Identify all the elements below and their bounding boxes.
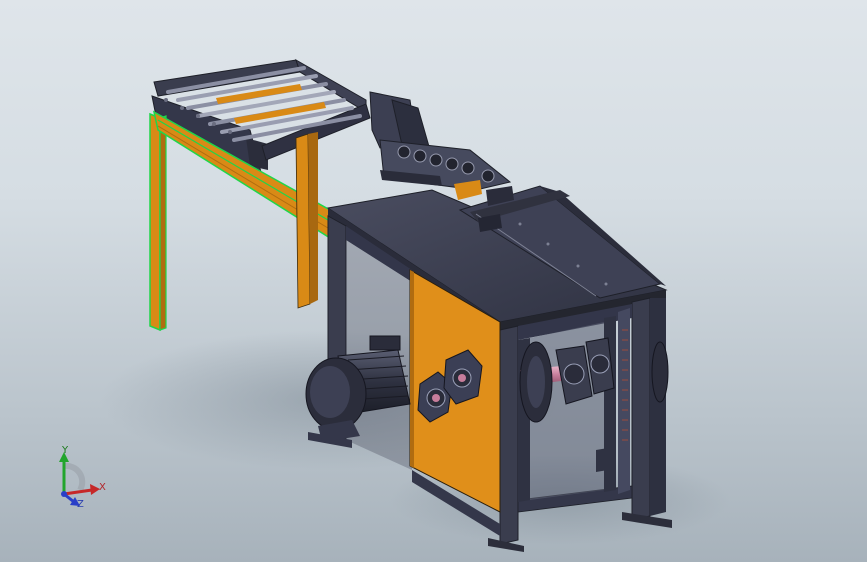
conveyor-legs <box>295 132 318 309</box>
feeder-unit[interactable] <box>369 91 512 200</box>
z-axis-label: Z <box>77 499 84 510</box>
3d-viewport[interactable]: Y X Z <box>0 0 867 562</box>
x-axis-arrow <box>63 488 93 496</box>
machine-model[interactable] <box>0 0 867 562</box>
x-axis-label: X <box>99 482 106 493</box>
orientation-triad[interactable]: Y X Z <box>40 438 120 518</box>
roller-conveyor[interactable] <box>151 58 371 177</box>
y-axis-label: Y <box>62 445 69 456</box>
side-bracket <box>596 448 608 472</box>
